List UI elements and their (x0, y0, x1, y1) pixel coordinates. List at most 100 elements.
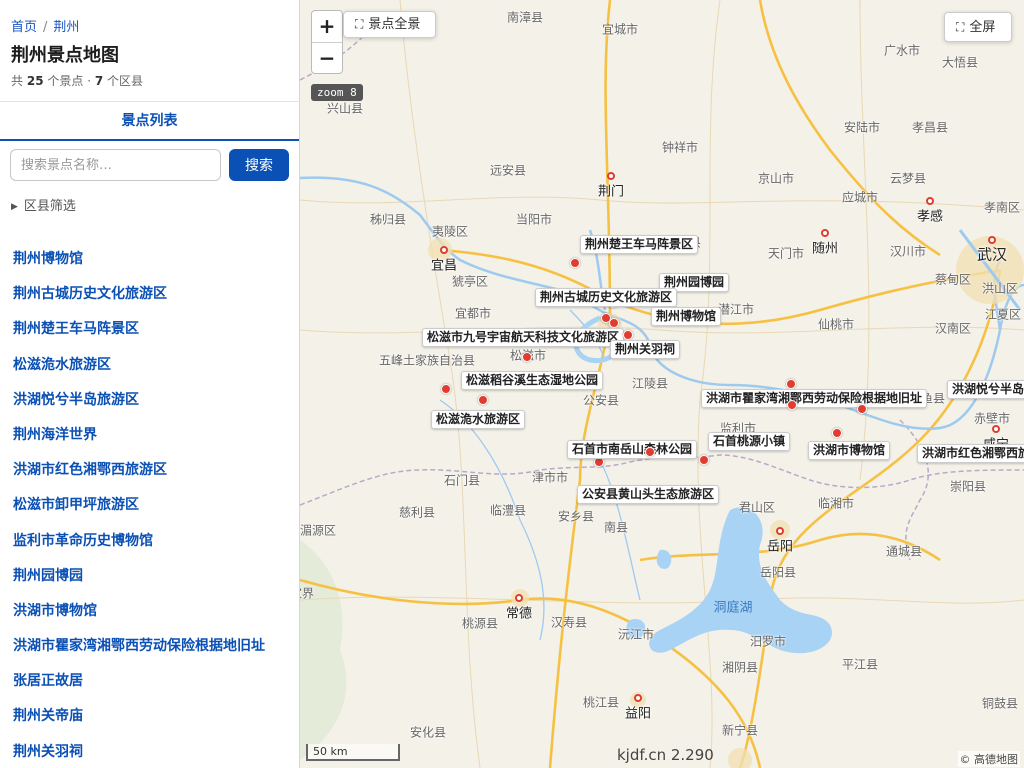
spot-count: 25 (26, 74, 44, 88)
district-filter-toggle[interactable]: ▶ 区县筛选 (11, 195, 76, 214)
spot-link[interactable]: 荆州园博园 (13, 568, 83, 584)
spot-link[interactable]: 洪湖市瞿家湾湘鄂西劳动保险根据地旧址 (13, 638, 265, 654)
place-label: 临澧县 (489, 503, 527, 518)
place-label: 汨罗市 (749, 634, 787, 649)
spot-link[interactable]: 松滋洈水旅游区 (13, 357, 111, 373)
spot-link[interactable]: 洪湖悦兮半岛旅游区 (13, 392, 139, 408)
spot-marker-label[interactable]: 洪湖市红色湘鄂西旅游区 (917, 444, 1024, 463)
zoom-level-badge: zoom 8 (311, 84, 363, 101)
place-label: 汉南区 (934, 321, 972, 336)
list-item: 洪湖市博物馆 (0, 592, 299, 627)
zoom-out-button[interactable]: − (312, 43, 342, 73)
place-label: 汉寿县 (550, 615, 588, 630)
place-label: 安化县 (409, 725, 447, 740)
fullscreen-button[interactable]: ⛶ 全屏 (944, 12, 1012, 42)
place-label: 安乡县 (557, 509, 595, 524)
spot-unit: 个景点 · (47, 74, 92, 88)
spot-marker-label[interactable]: 松滋稻谷溪生态湿地公园 (461, 371, 604, 390)
place-label: 应城市 (841, 190, 879, 205)
spot-marker-label[interactable]: 洪湖悦兮半岛旅游区 (947, 380, 1024, 399)
search-input[interactable] (10, 149, 221, 181)
list-item: 松滋市卸甲坪旅游区 (0, 486, 299, 521)
place-label: 崇阳县 (949, 479, 987, 494)
spot-marker-icon[interactable] (832, 428, 842, 438)
spot-marker-label[interactable]: 松滋市九号宇宙航天科技文化旅游区 (422, 328, 625, 347)
place-label: 远安县 (489, 163, 527, 178)
list-item: 监利市革命历史博物馆 (0, 522, 299, 557)
fullscreen-label: 全屏 (969, 20, 996, 35)
fullscreen-icon: ⛶ (956, 20, 965, 34)
stats-line: 共 25 个景点 · 7 个区县 (11, 72, 143, 89)
place-label: 仙桃市 (817, 317, 855, 332)
list-item: 荆州楚王车马阵景区 (0, 310, 299, 345)
spot-marker-label[interactable]: 松滋洈水旅游区 (431, 410, 526, 429)
spot-marker-label[interactable]: 荆州楚王车马阵景区 (580, 235, 699, 254)
place-label: 宜城市 (601, 22, 639, 37)
place-label: 江夏区 (984, 307, 1022, 322)
list-item: 荆州园博园 (0, 557, 299, 592)
spot-marker-icon[interactable] (478, 395, 488, 405)
place-label: 宜都市 (454, 306, 492, 321)
spot-link[interactable]: 洪湖市博物馆 (13, 603, 97, 619)
spot-marker-icon[interactable] (623, 330, 633, 340)
spot-marker-label[interactable]: 洪湖市博物馆 (808, 441, 891, 460)
breadcrumb-current-link[interactable]: 荆州 (53, 20, 79, 35)
place-label: 兴山县 (326, 101, 364, 116)
place-label: 湘阴县 (721, 660, 759, 675)
spot-link[interactable]: 荆州关羽祠 (13, 744, 83, 760)
spot-marker-icon[interactable] (522, 352, 532, 362)
spot-link[interactable]: 张居正故居 (13, 673, 83, 689)
place-label: 君山区 (738, 500, 776, 515)
spot-link[interactable]: 荆州关帝庙 (13, 708, 83, 724)
place-label: 五峰土家族自治县 (378, 353, 476, 368)
spot-marker-icon[interactable] (609, 318, 619, 328)
tab-spot-list[interactable]: 景点列表 (0, 102, 299, 140)
spot-marker-label[interactable]: 公安县黄山头生态旅游区 (577, 485, 720, 504)
city-dot-icon (634, 694, 642, 702)
place-label: 云梦县 (889, 171, 927, 186)
spot-link[interactable]: 监利市革命历史博物馆 (13, 533, 153, 549)
spot-link[interactable]: 荆州楚王车马阵景区 (13, 321, 139, 337)
spot-marker-icon[interactable] (645, 447, 655, 457)
spot-marker-label[interactable]: 洪湖市瞿家湾湘鄂西劳动保险根据地旧址 (701, 389, 928, 408)
place-label: 铜鼓县 (981, 696, 1019, 711)
spot-marker-icon[interactable] (441, 384, 451, 394)
spot-link[interactable]: 洪湖市红色湘鄂西旅游区 (13, 462, 167, 478)
spot-link[interactable]: 松滋市卸甲坪旅游区 (13, 497, 139, 513)
overview-button[interactable]: ⛶ 景点全景 (343, 11, 436, 38)
map-attribution[interactable]: © 高德地图 (957, 751, 1020, 767)
spot-marker-label[interactable]: 石首桃源小镇 (708, 432, 791, 451)
spot-marker-icon[interactable] (787, 400, 797, 410)
place-label: 猇亭区 (451, 274, 489, 289)
spot-marker-icon[interactable] (699, 455, 709, 465)
overview-label: 景点全景 (368, 17, 421, 32)
spot-link[interactable]: 荆州海洋世界 (13, 427, 97, 443)
breadcrumb-separator: / (43, 20, 48, 35)
stats-prefix: 共 (11, 74, 24, 88)
spot-marker-icon[interactable] (570, 258, 580, 268)
lake-label: 洞庭湖 (713, 600, 753, 616)
spot-marker-icon[interactable] (857, 404, 867, 414)
spot-marker-label[interactable]: 荆州博物馆 (651, 307, 722, 326)
search-button[interactable]: 搜索 (229, 149, 289, 181)
place-label: 广水市 (883, 43, 921, 58)
spot-marker-icon[interactable] (786, 379, 796, 389)
zoom-in-button[interactable]: + (312, 11, 342, 43)
spot-marker-label[interactable]: 荆州古城历史文化旅游区 (535, 288, 678, 307)
spot-link[interactable]: 荆州博物馆 (13, 251, 83, 267)
place-label: 湄源区 (300, 523, 337, 538)
place-label: 蔡甸区 (934, 272, 972, 287)
breadcrumb-home-link[interactable]: 首页 (11, 20, 37, 35)
place-label: 石门县 (443, 473, 481, 488)
place-label: 张家界 (300, 586, 315, 601)
spot-link[interactable]: 荆州古城历史文化旅游区 (13, 286, 167, 302)
spot-marker-label[interactable]: 荆州关羽祠 (610, 340, 681, 359)
place-label: 慈利县 (398, 505, 436, 520)
place-label: 沅江市 (617, 627, 655, 642)
district-count: 7 (94, 74, 104, 88)
place-label: 秭归县 (369, 212, 407, 227)
place-label: 洪山区 (981, 281, 1019, 296)
list-item: 松滋洈水旅游区 (0, 346, 299, 381)
map-canvas[interactable]: 宜昌荆门武汉随州孝感岳阳常德益阳咸宁南漳县宜城市广水市大悟县兴山县钟祥市安陆市孝… (300, 0, 1024, 768)
spot-marker-label[interactable]: 石首市南岳山森林公园 (567, 440, 698, 459)
